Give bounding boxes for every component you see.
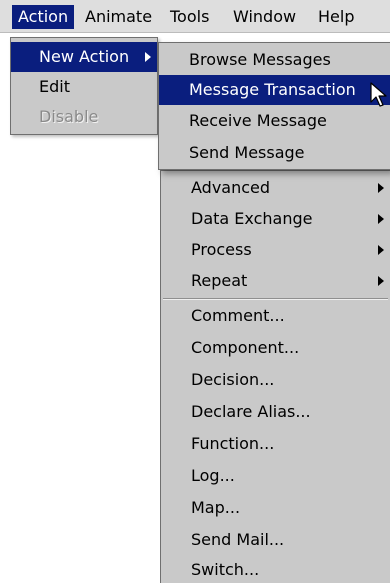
submenu-arrow-icon <box>145 52 151 62</box>
menu-tools-label: Tools <box>170 7 210 26</box>
menu-item-send-message-label: Send Message <box>189 143 305 162</box>
mouse-pointer-icon <box>370 82 387 107</box>
menu-item-send-mail[interactable]: Send Mail... <box>161 525 390 555</box>
menu-item-receive-message[interactable]: Receive Message <box>159 106 390 136</box>
submenu-arrow-icon <box>378 276 384 286</box>
menu-item-data-exchange-label: Data Exchange <box>191 209 313 228</box>
menu-item-decision[interactable]: Decision... <box>161 365 390 395</box>
submenu-arrow-icon <box>378 245 384 255</box>
menu-animate-label: Animate <box>85 7 153 26</box>
menu-item-receive-message-label: Receive Message <box>189 111 327 130</box>
menu-item-comment-label: Comment... <box>191 306 285 325</box>
menu-item-switch-label: Switch... <box>191 560 260 579</box>
menu-separator <box>163 298 388 300</box>
menu-action[interactable]: Action <box>12 5 75 29</box>
menu-item-disable-label: Disable <box>39 107 99 126</box>
submenu-arrow-icon <box>378 214 384 224</box>
menu-item-browse-messages[interactable]: Browse Messages <box>159 45 390 75</box>
menu-window-label: Window <box>233 7 297 26</box>
menu-item-process[interactable]: Process <box>161 235 390 265</box>
menu-item-message-transaction-label: Message Transaction <box>189 80 356 99</box>
menu-item-map[interactable]: Map... <box>161 493 390 523</box>
menu-tools[interactable]: Tools <box>164 5 215 29</box>
menu-item-function[interactable]: Function... <box>161 429 390 459</box>
menu-item-switch[interactable]: Switch... <box>161 555 390 585</box>
menu-item-edit-label: Edit <box>39 77 70 96</box>
menu-item-advanced-label: Advanced <box>191 178 271 197</box>
menu-item-message-transaction[interactable]: Message Transaction <box>159 75 390 105</box>
menu-item-decision-label: Decision... <box>191 370 275 389</box>
menu-help[interactable]: Help <box>312 5 360 29</box>
menu-item-new-action[interactable]: New Action <box>11 42 157 72</box>
menu-item-send-message[interactable]: Send Message <box>159 138 390 168</box>
new-action-menu: Browse Messages Message Transaction Rece… <box>158 42 390 170</box>
menu-animate[interactable]: Animate <box>79 5 158 29</box>
menu-item-comment[interactable]: Comment... <box>161 301 390 331</box>
menu-item-send-mail-label: Send Mail... <box>191 530 285 549</box>
new-action-more-menu: Advanced Data Exchange Process Repeat Co… <box>160 170 390 583</box>
menu-help-label: Help <box>318 7 355 26</box>
menu-item-log-label: Log... <box>191 466 235 485</box>
menu-item-new-action-label: New Action <box>39 47 130 66</box>
menu-item-component[interactable]: Component... <box>161 333 390 363</box>
menu-item-data-exchange[interactable]: Data Exchange <box>161 204 390 234</box>
menu-bar: Action Animate Tools Window Help <box>0 0 390 33</box>
menu-item-map-label: Map... <box>191 498 241 517</box>
menu-item-component-label: Component... <box>191 338 300 357</box>
menu-item-browse-messages-label: Browse Messages <box>189 50 331 69</box>
menu-item-disable: Disable <box>11 102 157 132</box>
menu-item-repeat[interactable]: Repeat <box>161 266 390 296</box>
menu-item-process-label: Process <box>191 240 252 259</box>
submenu-arrow-icon <box>378 183 384 193</box>
menu-item-declare-alias-label: Declare Alias... <box>191 402 311 421</box>
menu-action-label: Action <box>18 7 69 26</box>
menu-item-advanced[interactable]: Advanced <box>161 173 390 203</box>
menu-item-edit[interactable]: Edit <box>11 72 157 102</box>
menu-item-repeat-label: Repeat <box>191 271 248 290</box>
menu-item-function-label: Function... <box>191 434 275 453</box>
menu-window[interactable]: Window <box>227 5 302 29</box>
action-menu: New Action Edit Disable <box>10 37 158 135</box>
menu-item-log[interactable]: Log... <box>161 461 390 491</box>
menu-item-declare-alias[interactable]: Declare Alias... <box>161 397 390 427</box>
